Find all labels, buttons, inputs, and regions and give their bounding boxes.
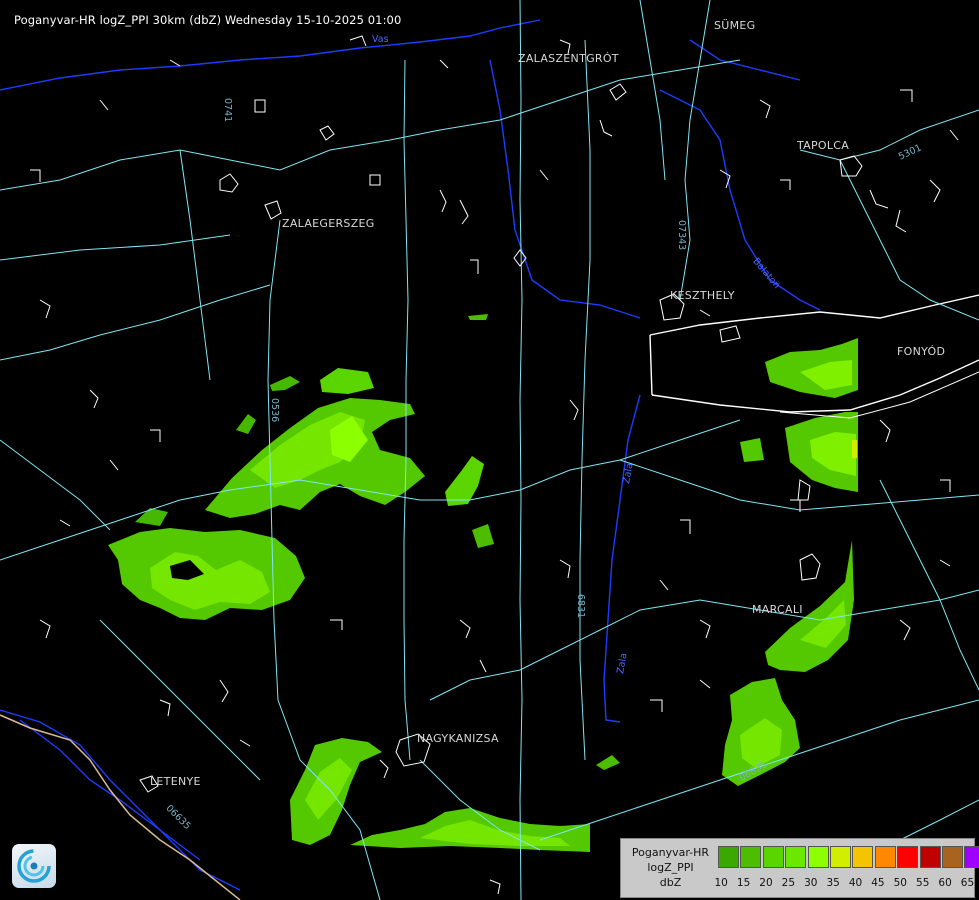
legend-tick-label: 10 [714, 877, 728, 889]
city-label: KESZTHELY [670, 289, 735, 302]
radar-swirl-icon [17, 849, 51, 883]
legend-swatches [718, 846, 979, 868]
legend-tick-label: 50 [893, 877, 907, 889]
legend-line: logZ_PPI [647, 861, 694, 874]
legend-tick-label: 40 [848, 877, 863, 889]
river-label: Vas [372, 34, 389, 45]
legend-title: Poganyvar-HR logZ_PPI dbZ [624, 845, 717, 890]
road-label: 6831 [575, 594, 586, 619]
radar-map [0, 0, 979, 900]
legend-tick-label: 65 [960, 877, 975, 889]
legend: Poganyvar-HR logZ_PPI dbZ 10 15 20 25 30 35 40… [620, 838, 979, 898]
city-label: FONYÓD [897, 345, 946, 358]
map-title: Poganyvar-HR logZ_PPI 30km (dbZ) Wednesd… [14, 13, 402, 27]
legend-swatch [718, 846, 739, 868]
city-label: MARCALI [752, 603, 803, 616]
legend-swatch [919, 846, 941, 868]
legend-tick-label: 15 [736, 877, 751, 889]
legend-tick-label: 55 [916, 877, 930, 889]
city-label: ZALAEGERSZEG [282, 217, 375, 230]
legend-line: Poganyvar-HR [631, 846, 710, 859]
legend-line: dbZ [659, 876, 682, 889]
legend-swatch [807, 846, 829, 868]
city-label: TAPOLCA [797, 139, 850, 152]
radar-logo [12, 844, 56, 888]
legend-swatch [874, 846, 896, 868]
legend-swatch [740, 846, 762, 868]
legend-swatch [829, 846, 851, 868]
legend-tick-label: 25 [781, 877, 796, 889]
legend-swatch [785, 846, 807, 868]
legend-tick-label: 35 [826, 877, 840, 889]
city-label: ZALASZENTGRÓT [518, 52, 619, 65]
city-label: NAGYKANIZSA [417, 732, 499, 745]
legend-swatch [852, 846, 874, 868]
legend-tick-label: 45 [871, 877, 885, 889]
road-label: 0741 [222, 98, 233, 123]
road-label: 0536 [269, 398, 280, 423]
legend-tick-label: 20 [759, 877, 773, 889]
road-label: 07343 [676, 220, 687, 251]
legend-swatch [964, 846, 979, 868]
legend-ticks: 10152025303540455055606570 [710, 877, 979, 889]
legend-swatch [897, 846, 919, 868]
legend-tick-label: 30 [804, 877, 818, 889]
echo-peak [852, 440, 857, 458]
legend-tick-label: 60 [938, 877, 952, 889]
legend-swatch [762, 846, 784, 868]
city-label: SÜMEG [714, 19, 756, 32]
city-label: LETENYE [150, 775, 201, 788]
legend-swatch [941, 846, 963, 868]
echo-cell [740, 438, 764, 462]
